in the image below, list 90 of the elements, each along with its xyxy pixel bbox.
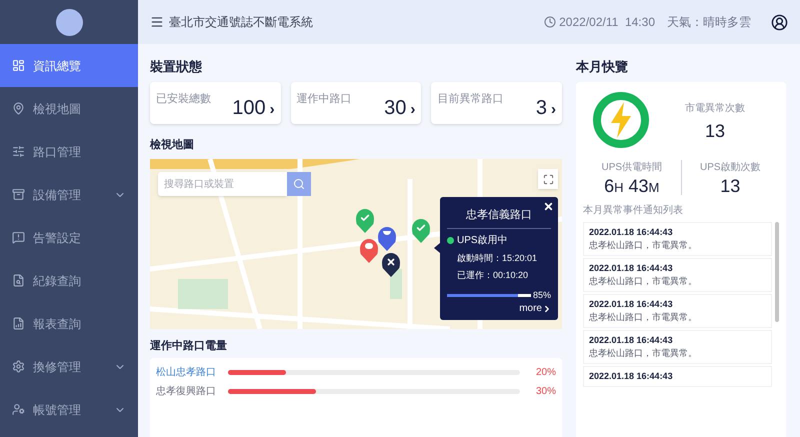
fullscreen-icon <box>542 174 554 184</box>
map-pin-icon[interactable] <box>382 253 400 277</box>
stat-value: 3 <box>536 98 548 118</box>
nav-icon <box>12 317 25 330</box>
stat-card[interactable]: 運作中路口 30 › <box>290 82 422 124</box>
popup-title: 忠孝信義路口 <box>447 207 551 228</box>
nav-icon <box>12 188 25 201</box>
event-time: 2022.01.18 16:44:43 <box>589 264 674 273</box>
nav-label: 資訊總覽 <box>33 58 82 74</box>
sidebar-item[interactable]: 紀錄查詢 <box>0 259 138 302</box>
ups-time-label: UPS供電時間 <box>601 160 662 175</box>
clock-icon <box>544 16 556 28</box>
menu-icon[interactable] <box>150 15 164 29</box>
nav-label: 告警設定 <box>33 230 82 246</box>
power-percent: 30% <box>534 384 556 398</box>
weather-text: 天氣：晴時多雲 <box>667 14 751 31</box>
nav-icon <box>12 403 25 416</box>
event-text: 忠孝松山路口，市電異常。 <box>589 313 698 322</box>
nav-icon <box>12 274 25 287</box>
ups-count: 13 <box>720 177 740 195</box>
intersection-name[interactable]: 忠孝復興路口 <box>156 384 218 398</box>
sidebar-item[interactable]: 檢視地圖 <box>0 87 138 130</box>
more-link[interactable]: more <box>519 301 552 316</box>
stat-label: 目前異常路口 <box>437 93 504 105</box>
nav-icon <box>12 360 25 373</box>
map-view[interactable]: 搜尋路口或裝置 忠孝信義路口 UPS啟用中 啟動時間：15:20:01 已運作：00:10:20 85% more <box>150 159 562 329</box>
sidebar-item[interactable]: 帳號管理 <box>0 388 138 431</box>
search-icon <box>293 178 305 190</box>
ups-count-label: UPS啟動次數 <box>700 161 761 175</box>
battery-percent: 85% <box>532 288 551 302</box>
sidebar-item[interactable]: 資訊總覽 <box>0 44 138 87</box>
nav-label: 紀錄查詢 <box>33 272 82 290</box>
intersection-name[interactable]: 松山忠孝路口 <box>156 364 218 380</box>
mains-count: 13 <box>704 122 726 140</box>
start-time: 啟動時間：15:20:01 <box>457 252 538 264</box>
nav-label: 設備管理 <box>33 186 82 204</box>
nav-icon <box>12 59 25 72</box>
event-time: 2022.01.18 16:44:43 <box>589 372 674 381</box>
nav-icon <box>12 145 25 158</box>
stat-value: 30 <box>384 98 406 118</box>
stat-card[interactable]: 目前異常路口 3 › <box>431 82 562 124</box>
nav-icon <box>12 102 25 115</box>
event-item[interactable]: 2022.01.18 16:44:43 忠孝松山路口，市電異常。 <box>583 222 772 256</box>
nav-label: 檢視地圖 <box>33 100 82 118</box>
sidebar-item[interactable]: 換修管理 <box>0 345 138 388</box>
map-search-field[interactable]: 搜尋路口或裝置 <box>158 172 287 196</box>
chevron-right-icon <box>542 304 552 314</box>
chevron-right-icon: › <box>410 102 416 117</box>
event-item[interactable]: 2022.01.18 16:44:43 忠孝松山路口，市電異常。 <box>583 330 772 364</box>
event-item[interactable]: 2022.01.18 16:44:43 忠孝松山路口，市電異常。 <box>583 258 772 292</box>
event-text: 忠孝松山路口，市電異常。 <box>589 241 698 250</box>
app-title: 臺北市交通號誌不斷電系統 <box>169 14 313 31</box>
event-time: 2022.01.18 16:44:43 <box>589 336 674 345</box>
sidebar-item[interactable]: 設備管理 <box>0 173 138 216</box>
nav-label: 報表查詢 <box>33 316 82 332</box>
status-text: UPS啟用中 <box>457 234 508 248</box>
chevron-right-icon: › <box>270 102 275 117</box>
event-item[interactable]: 2022.01.18 16:44:43 <box>583 366 772 387</box>
section-title: 運作中路口電量 <box>150 341 228 352</box>
close-icon[interactable] <box>543 201 554 212</box>
events-title: 本月異常事件通知列表 <box>583 204 684 218</box>
section-title: 本月快覽 <box>576 60 629 73</box>
section-title: 檢視地圖 <box>150 140 195 151</box>
sidebar-item[interactable]: 告警設定 <box>0 216 138 259</box>
run-time: 已運作：00:10:20 <box>457 269 530 282</box>
stat-label: 運作中路口 <box>296 93 352 105</box>
scrollbar[interactable] <box>775 222 779 322</box>
stat-value: 100 <box>232 98 266 118</box>
stat-label: 已安裝總數 <box>156 93 211 105</box>
mains-label: 市電異常次數 <box>685 102 745 116</box>
user-account-icon[interactable] <box>771 14 788 30</box>
event-text: 忠孝松山路口，市電異常。 <box>589 349 698 358</box>
event-text: 忠孝松山路口，市電異常。 <box>589 277 698 286</box>
chevron-right-icon: › <box>551 102 556 117</box>
nav-label: 換修管理 <box>33 358 82 376</box>
event-time: 2022.01.18 16:44:43 <box>589 228 674 237</box>
stat-card[interactable]: 已安裝總數 100 › <box>150 82 281 124</box>
event-item[interactable]: 2022.01.18 16:44:43 忠孝松山路口，市電異常。 <box>583 294 772 328</box>
nav-icon <box>12 231 25 244</box>
power-cycle-icon <box>591 90 651 150</box>
nav-label: 路口管理 <box>33 144 82 160</box>
fullscreen-button[interactable] <box>538 169 558 189</box>
nav-label: 帳號管理 <box>33 402 82 418</box>
ups-time-value: 6H 43M <box>604 177 660 195</box>
section-title: 裝置狀態 <box>150 60 203 73</box>
sidebar-item[interactable]: 報表查詢 <box>0 302 138 345</box>
sidebar-item[interactable]: 路口管理 <box>0 130 138 173</box>
power-percent: 20% <box>534 366 556 380</box>
event-time: 2022.01.18 16:44:43 <box>589 300 674 309</box>
date-time: 2022/02/11 14:30 <box>559 14 655 31</box>
